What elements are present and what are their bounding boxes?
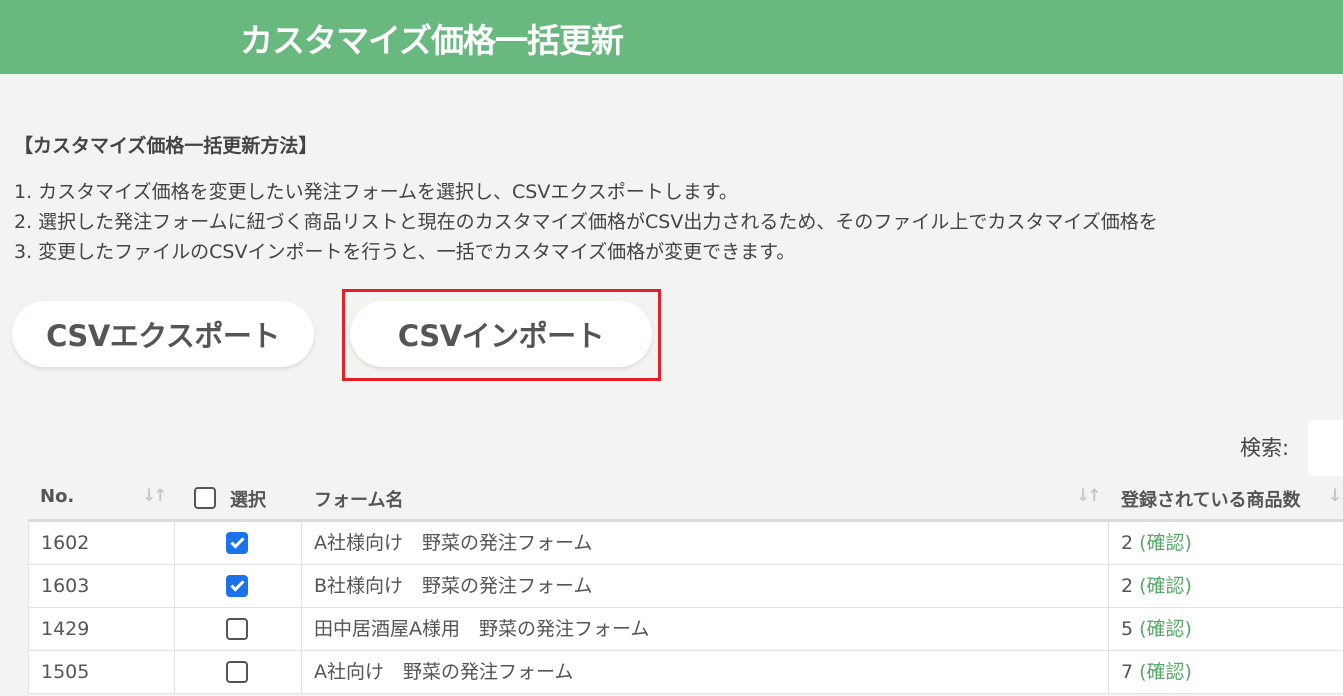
cell-product-count: 2 (確認) (1121, 522, 1192, 564)
cell-form-name: A社様向け 野菜の発注フォーム (314, 532, 593, 554)
table-row: 1603 B社様向け 野菜の発注フォーム 2 (確認) (28, 565, 1343, 608)
checkmark-icon (230, 577, 245, 592)
column-divider (174, 565, 175, 608)
instruction-step-2: 2. 選択した発注フォームに紐づく商品リストと現在のカスタマイズ価格がCSV出力… (14, 211, 1158, 233)
column-divider (1108, 565, 1109, 608)
confirm-link[interactable]: (確認) (1139, 618, 1192, 640)
cell-form-name: 田中居酒屋A様用 野菜の発注フォーム (314, 618, 650, 640)
cell-no: 1603 (41, 575, 90, 597)
table-body: 1602 A社様向け 野菜の発注フォーム 2 (確認) 1603 B社様向け 野… (28, 522, 1343, 694)
cell-product-count: 5 (確認) (1121, 608, 1192, 650)
table-row: 1505 A社向け 野菜の発注フォーム 7 (確認) (28, 651, 1343, 694)
cell-no: 1429 (41, 618, 90, 640)
confirm-link[interactable]: (確認) (1139, 532, 1192, 554)
row-select-checkbox[interactable] (226, 618, 248, 640)
table-header: No. ↓↑ 選択 フォーム名 ↓↑ 登録されている商品数 ↓↑ (28, 476, 1343, 522)
table-row: 1429 田中居酒屋A様用 野菜の発注フォーム 5 (確認) (28, 608, 1343, 651)
csv-export-button[interactable]: CSVエクスポート (12, 301, 314, 367)
highlight-annotation-box (342, 289, 661, 381)
column-divider (28, 522, 29, 565)
cell-form-name: A社向け 野菜の発注フォーム (314, 661, 574, 683)
column-divider (28, 608, 29, 651)
checkmark-icon (230, 534, 245, 549)
instruction-step-1: 1. カスタマイズ価格を変更したい発注フォームを選択し、CSVエクスポートします… (14, 181, 738, 203)
method-heading: 【カスタマイズ価格一括更新方法】 (14, 135, 318, 157)
column-divider (301, 522, 302, 565)
column-divider (1108, 608, 1109, 651)
form-table: No. ↓↑ 選択 フォーム名 ↓↑ 登録されている商品数 ↓↑ 1602 A社… (28, 476, 1343, 694)
column-header-form-name[interactable]: フォーム名 (314, 486, 403, 512)
cell-product-count: 7 (確認) (1121, 651, 1192, 693)
column-divider (174, 522, 175, 565)
row-select-checkbox[interactable] (226, 532, 248, 554)
sort-icon[interactable]: ↓↑ (1328, 486, 1343, 506)
column-divider (301, 651, 302, 694)
column-divider (1108, 522, 1109, 565)
column-divider (301, 608, 302, 651)
instruction-step-3: 3. 変更したファイルのCSVインポートを行うと、一括でカスタマイズ価格が変更で… (14, 241, 796, 263)
product-count-value: 2 (1121, 532, 1134, 554)
confirm-link[interactable]: (確認) (1139, 575, 1192, 597)
product-count-value: 2 (1121, 575, 1134, 597)
select-all-checkbox[interactable] (194, 487, 216, 509)
confirm-link[interactable]: (確認) (1139, 661, 1192, 683)
column-divider (301, 565, 302, 608)
column-divider (174, 651, 175, 694)
search-label: 検索: (1240, 436, 1290, 460)
instruction-steps: 1. カスタマイズ価格を変更したい発注フォームを選択し、CSVエクスポートします… (14, 177, 1343, 267)
row-select-checkbox[interactable] (226, 661, 248, 683)
page-header: カスタマイズ価格一括更新 (0, 0, 1343, 74)
column-divider (28, 651, 29, 694)
column-divider (1108, 651, 1109, 694)
column-header-no[interactable]: No. (40, 486, 74, 507)
cell-no: 1505 (41, 661, 90, 683)
column-divider (174, 608, 175, 651)
table-row: 1602 A社様向け 野菜の発注フォーム 2 (確認) (28, 522, 1343, 565)
product-count-value: 5 (1121, 618, 1134, 640)
cell-form-name: B社様向け 野菜の発注フォーム (314, 575, 593, 597)
search-input[interactable] (1308, 420, 1343, 476)
product-count-value: 7 (1121, 661, 1134, 683)
row-select-checkbox[interactable] (226, 575, 248, 597)
sort-icon[interactable]: ↓↑ (1076, 486, 1101, 506)
cell-no: 1602 (41, 532, 90, 554)
column-header-select: 選択 (230, 490, 266, 511)
sort-icon[interactable]: ↓↑ (142, 486, 167, 506)
cell-product-count: 2 (確認) (1121, 565, 1192, 607)
page-title: カスタマイズ価格一括更新 (240, 21, 624, 60)
column-divider (28, 565, 29, 608)
column-header-product-count[interactable]: 登録されている商品数 (1121, 486, 1300, 512)
